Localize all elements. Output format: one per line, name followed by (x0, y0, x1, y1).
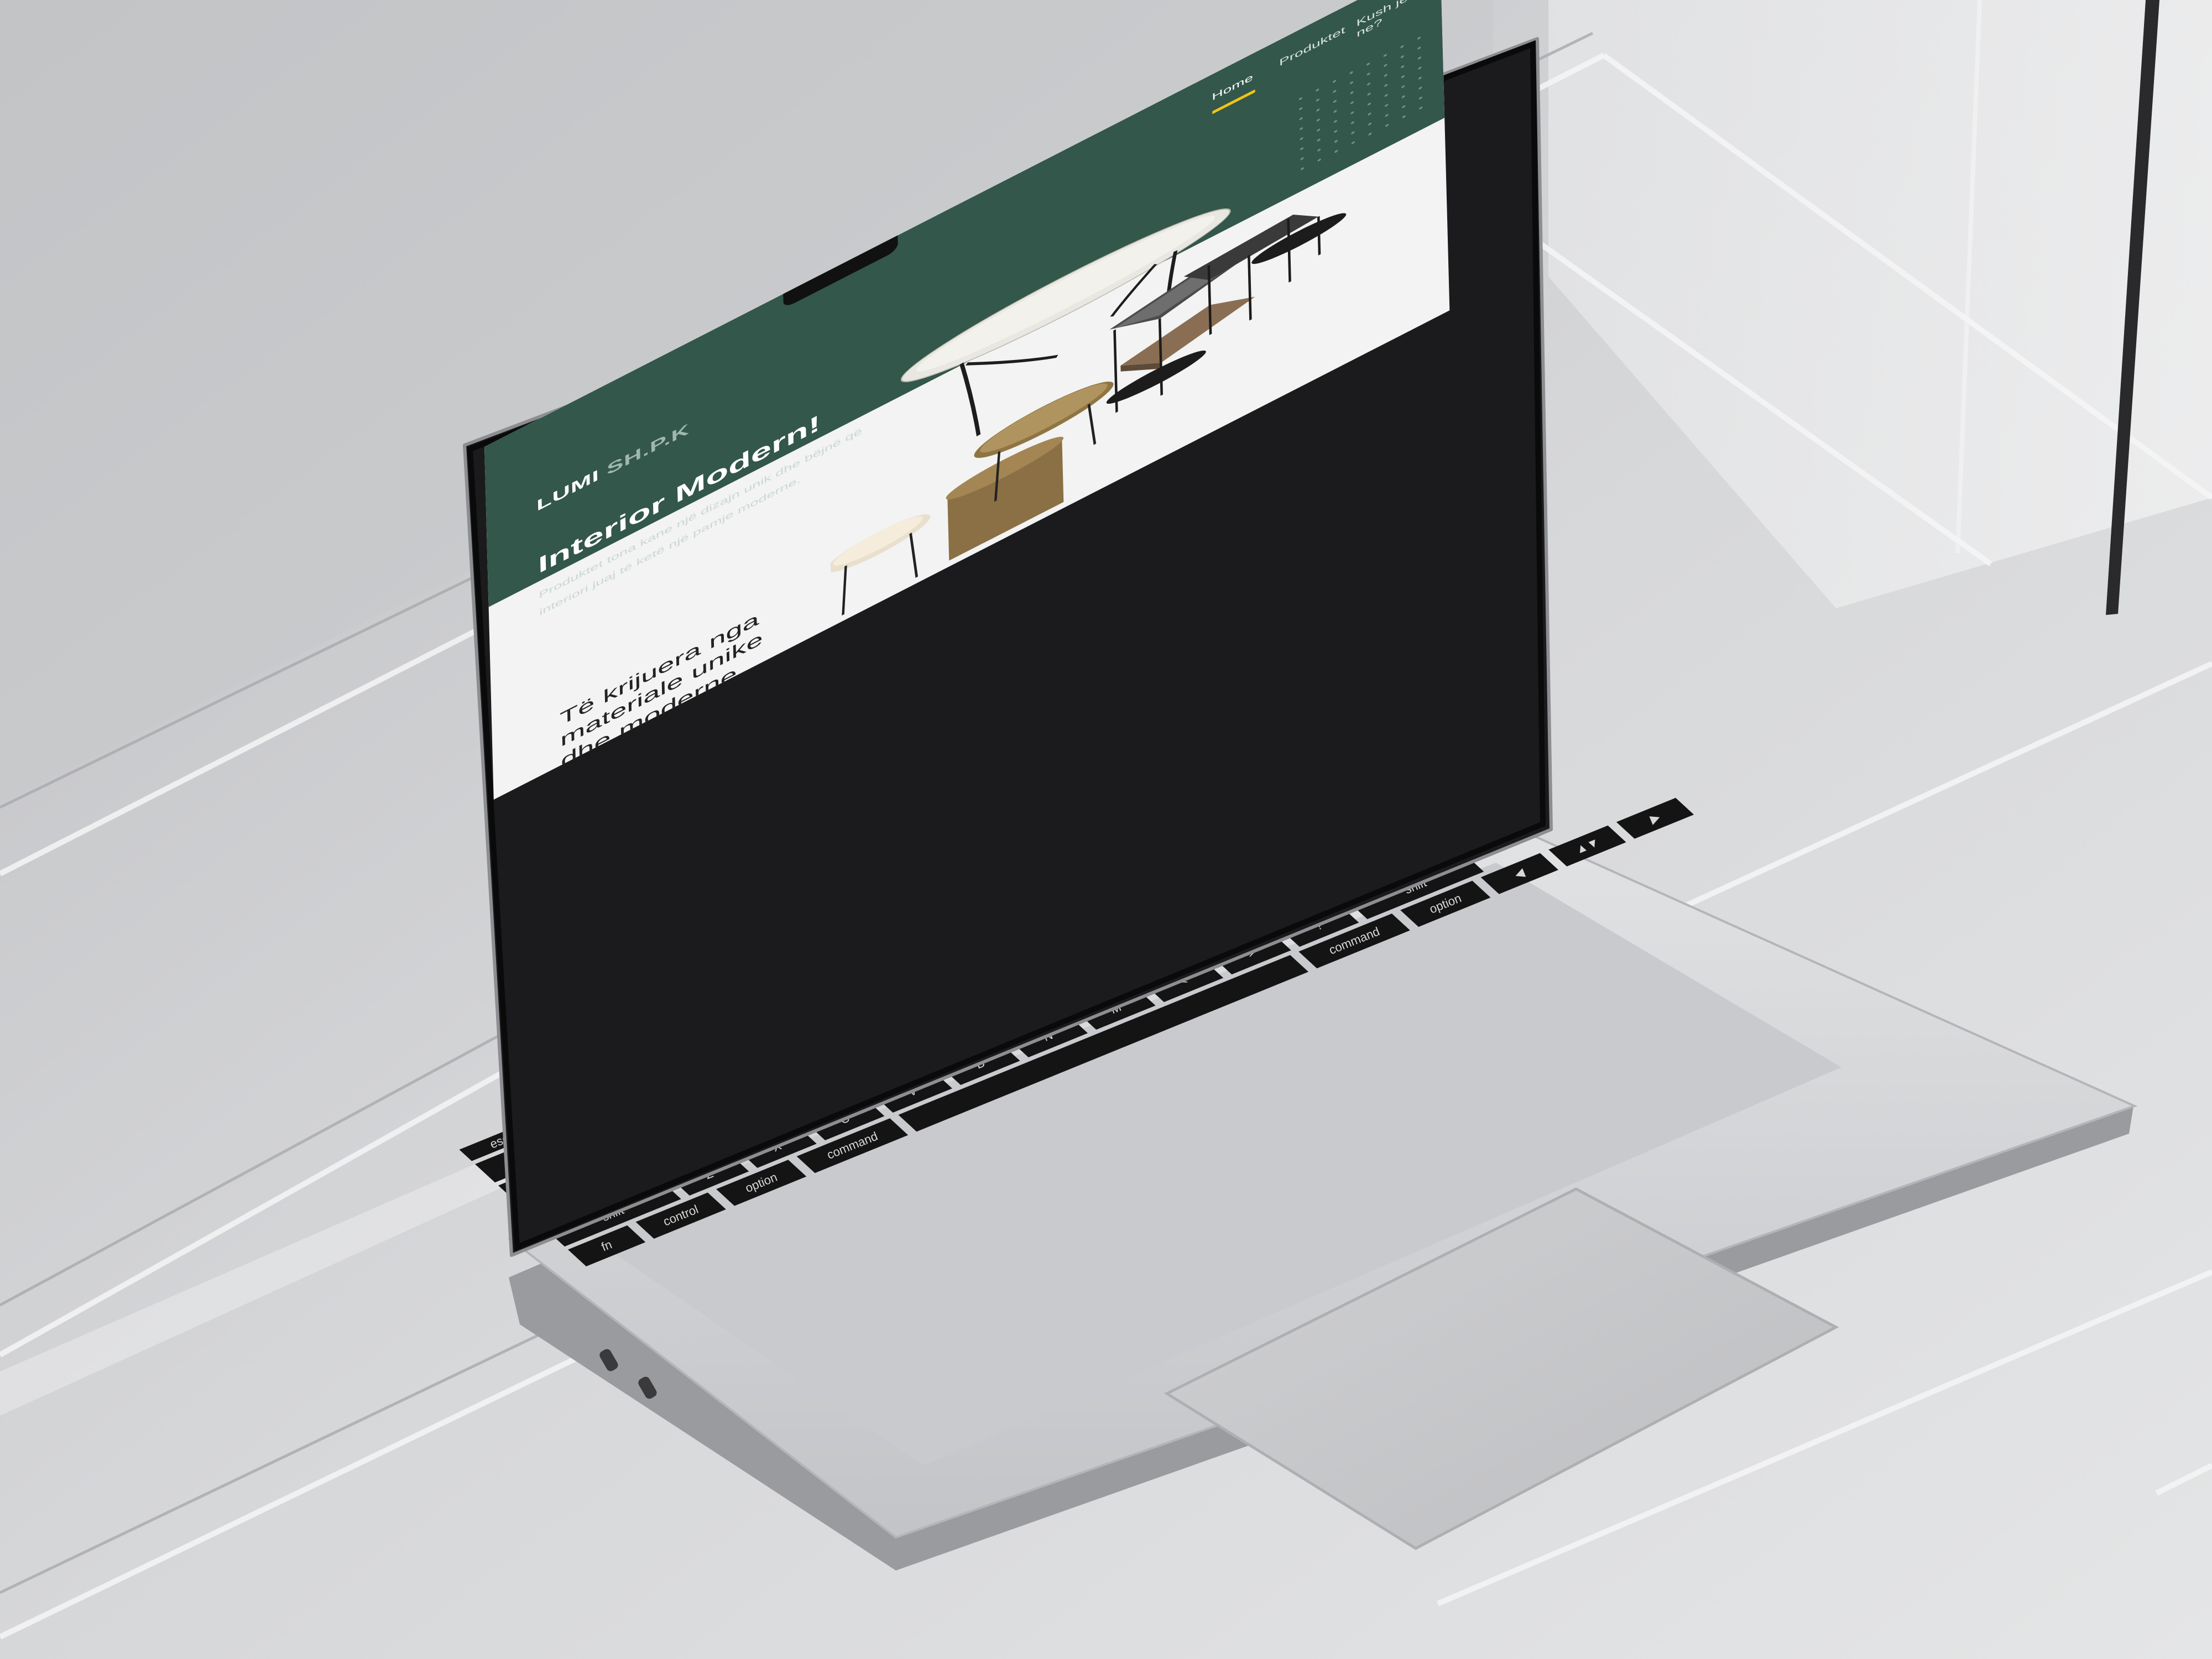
mockup-scene: fncontroloptioncommandcommandoption◀▲▼▶s… (0, 0, 2212, 1659)
